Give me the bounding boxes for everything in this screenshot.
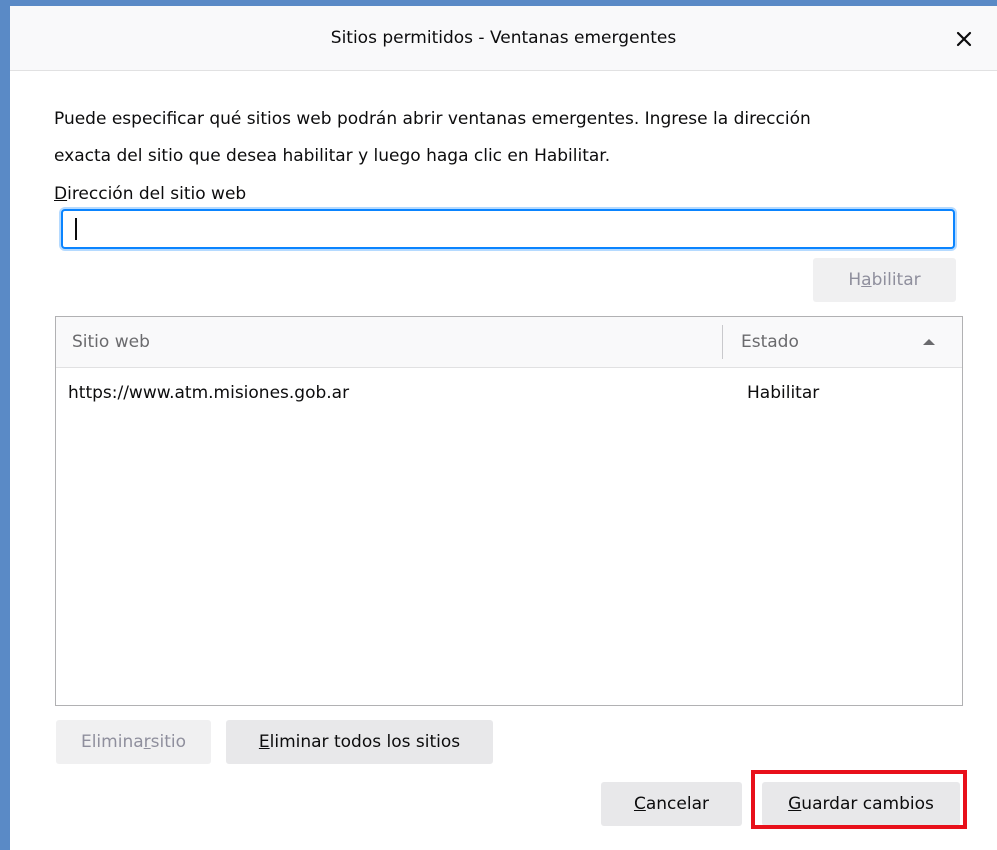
column-header-estado[interactable]: Estado — [741, 332, 799, 352]
close-button[interactable] — [947, 24, 981, 54]
text-caret — [75, 218, 77, 240]
table-header: Sitio web Estado — [56, 317, 962, 368]
dialog-description: Puede especificar qué sitios web podrán … — [54, 101, 954, 175]
permissions-dialog: Sitios permitidos - Ventanas emergentes … — [10, 6, 997, 850]
description-line-2: exacta del sitio que desea habilitar y l… — [54, 146, 611, 166]
description-line-1: Puede especificar qué sitios web podrán … — [54, 109, 811, 129]
row-status-cell: Habilitar — [747, 383, 820, 403]
highlight-annotation-box — [751, 770, 967, 829]
row-site-cell: https://www.atm.misiones.gob.ar — [68, 383, 350, 403]
column-divider[interactable] — [722, 325, 723, 359]
close-icon — [956, 31, 972, 47]
window-frame-left — [0, 0, 10, 850]
sites-table: Sitio web Estado https://www.atm.misione… — [55, 316, 963, 706]
address-label-accesskey: D — [54, 184, 68, 204]
site-address-input[interactable] — [61, 209, 955, 249]
column-header-sitio-web[interactable]: Sitio web — [72, 332, 150, 352]
eliminar-todos-button[interactable]: Eliminar todos los sitios — [226, 720, 493, 764]
eliminar-sitio-button[interactable]: Elimina r sitio — [56, 720, 211, 764]
dialog-titlebar: Sitios permitidos - Ventanas emergentes — [10, 6, 997, 71]
address-field-label: Dirección del sitio web — [54, 184, 246, 204]
habilitar-button[interactable]: Ha bilitar — [813, 258, 956, 302]
dialog-title: Sitios permitidos - Ventanas emergentes — [330, 28, 677, 48]
cancelar-button[interactable]: Cancelar — [601, 782, 742, 826]
address-label-text: irección del sitio web — [67, 184, 247, 204]
table-row[interactable]: https://www.atm.misiones.gob.ar Habilita… — [56, 367, 962, 417]
sort-ascending-icon[interactable] — [922, 338, 936, 346]
